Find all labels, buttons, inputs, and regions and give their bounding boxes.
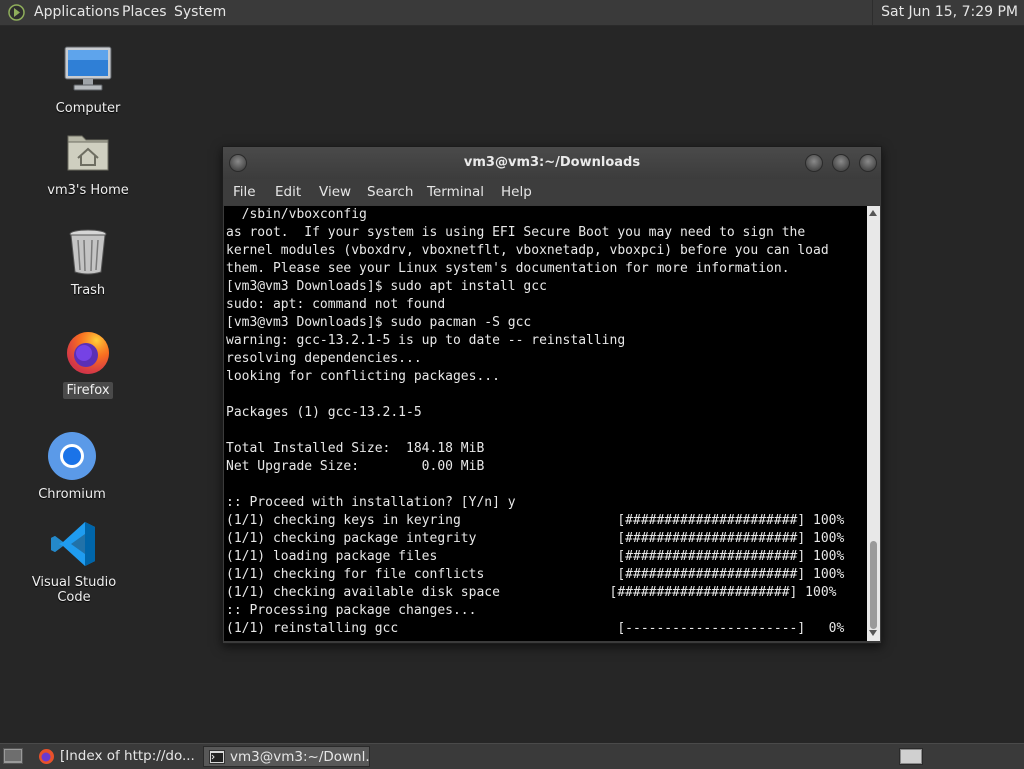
desktop-icon-label: Chromium [38, 487, 106, 502]
taskbar-item-label: [Index of http://do... [60, 748, 195, 764]
terminal-line: (1/1) checking available disk space [###… [226, 585, 837, 600]
terminal-scrollbar[interactable] [867, 206, 880, 641]
terminal-line: [vm3@vm3 Downloads]$ sudo apt install gc… [226, 279, 547, 294]
desktop-icon-label: vm3's Home [47, 183, 129, 198]
terminal-line: :: Proceed with installation? [Y/n] y [226, 495, 516, 510]
terminal-line: (1/1) checking for file conflicts [#####… [226, 567, 845, 582]
window-titlebar[interactable]: vm3@vm3:~/Downloads [223, 147, 881, 179]
window-menu-button[interactable] [229, 154, 247, 172]
clock[interactable]: Sat Jun 15, 7:29 PM [872, 0, 1024, 25]
menu-view[interactable]: View [319, 179, 351, 205]
scroll-down-arrow-icon[interactable] [869, 630, 877, 636]
desktop-icon-firefox[interactable]: Firefox [28, 326, 148, 399]
menu-search[interactable]: Search [367, 179, 413, 205]
terminal-line: them. Please see your Linux system's doc… [226, 261, 790, 276]
terminal-line: looking for conflicting packages... [226, 369, 500, 384]
top-panel: Applications Places System Sat Jun 15, 7… [0, 0, 1024, 26]
places-menu[interactable]: Places [122, 0, 167, 25]
terminal-menubar: File Edit View Search Terminal Help [223, 179, 881, 205]
show-desktop-icon[interactable] [3, 748, 23, 764]
terminal-line: [vm3@vm3 Downloads]$ sudo pacman -S gcc [226, 315, 532, 330]
desktop-icon-trash[interactable]: Trash [28, 226, 148, 299]
computer-icon [62, 44, 114, 96]
terminal-window[interactable]: vm3@vm3:~/Downloads File Edit View Searc… [222, 146, 882, 644]
desktop-icon-computer[interactable]: Computer [28, 44, 148, 117]
terminal-output[interactable]: /sbin/vboxconfig as root. If your system … [224, 206, 867, 641]
distro-logo-icon[interactable] [8, 4, 25, 21]
desktop-icon-chromium[interactable]: Chromium [12, 430, 132, 503]
minimize-button[interactable] [805, 154, 823, 172]
menu-file[interactable]: File [233, 179, 256, 205]
desktop-icon-label: Trash [70, 283, 106, 298]
terminal-line: resolving dependencies... [226, 351, 422, 366]
close-button[interactable] [859, 154, 877, 172]
firefox-icon [62, 326, 114, 378]
desktop-icon-label: Visual Studio Code [31, 575, 117, 605]
desktop-icon-label: Computer [55, 101, 121, 116]
taskbar-item-terminal[interactable]: vm3@vm3:~/Downl... [203, 746, 370, 767]
terminal-line: (1/1) loading package files [###########… [226, 549, 845, 564]
terminal-line: as root. If your system is using EFI Sec… [226, 225, 806, 240]
scrollbar-thumb[interactable] [870, 541, 877, 629]
terminal-line: kernel modules (vboxdrv, vboxnetflt, vbo… [226, 243, 829, 258]
terminal-icon [209, 750, 225, 764]
terminal-line: Total Installed Size: 184.18 MiB [226, 441, 485, 456]
terminal-text: /sbin/vboxconfig as root. If your system … [226, 206, 844, 638]
window-title: vm3@vm3:~/Downloads [463, 155, 641, 170]
menu-edit[interactable]: Edit [275, 179, 301, 205]
taskbar-item-firefox[interactable]: [Index of http://do... [34, 746, 198, 767]
maximize-button[interactable] [832, 154, 850, 172]
menu-terminal[interactable]: Terminal [427, 179, 484, 205]
terminal-line: (1/1) checking package integrity [######… [226, 531, 845, 546]
terminal-line: sudo: apt: command not found [226, 297, 446, 312]
terminal-line: Packages (1) gcc-13.2.1-5 [226, 405, 422, 420]
system-menu[interactable]: System [174, 0, 226, 25]
menu-help[interactable]: Help [501, 179, 532, 205]
bottom-panel: [Index of http://do... vm3@vm3:~/Downl..… [0, 743, 1024, 769]
terminal-line: /sbin/vboxconfig [226, 207, 367, 222]
trash-icon [62, 226, 114, 278]
desktop-icon-home[interactable]: vm3's Home [28, 126, 148, 199]
terminal-line: warning: gcc-13.2.1-5 is up to date -- r… [226, 333, 626, 348]
applications-menu[interactable]: Applications [34, 0, 120, 25]
desktop-icon-vscode[interactable]: Visual Studio Code [14, 518, 134, 606]
scroll-up-arrow-icon[interactable] [869, 210, 877, 216]
workspace-switcher-icon[interactable] [899, 748, 923, 765]
terminal-line: (1/1) reinstalling gcc [----------------… [226, 621, 845, 636]
taskbar-item-label: vm3@vm3:~/Downl... [230, 749, 370, 765]
terminal-line: :: Processing package changes... [226, 603, 477, 618]
vscode-icon [48, 518, 100, 570]
chromium-icon [46, 430, 98, 482]
desktop-icon-label: Firefox [63, 382, 113, 399]
terminal-line: (1/1) checking keys in keyring [########… [226, 513, 845, 528]
terminal-line: Net Upgrade Size: 0.00 MiB [226, 459, 485, 474]
home-folder-icon [62, 126, 114, 178]
firefox-icon [39, 749, 54, 764]
